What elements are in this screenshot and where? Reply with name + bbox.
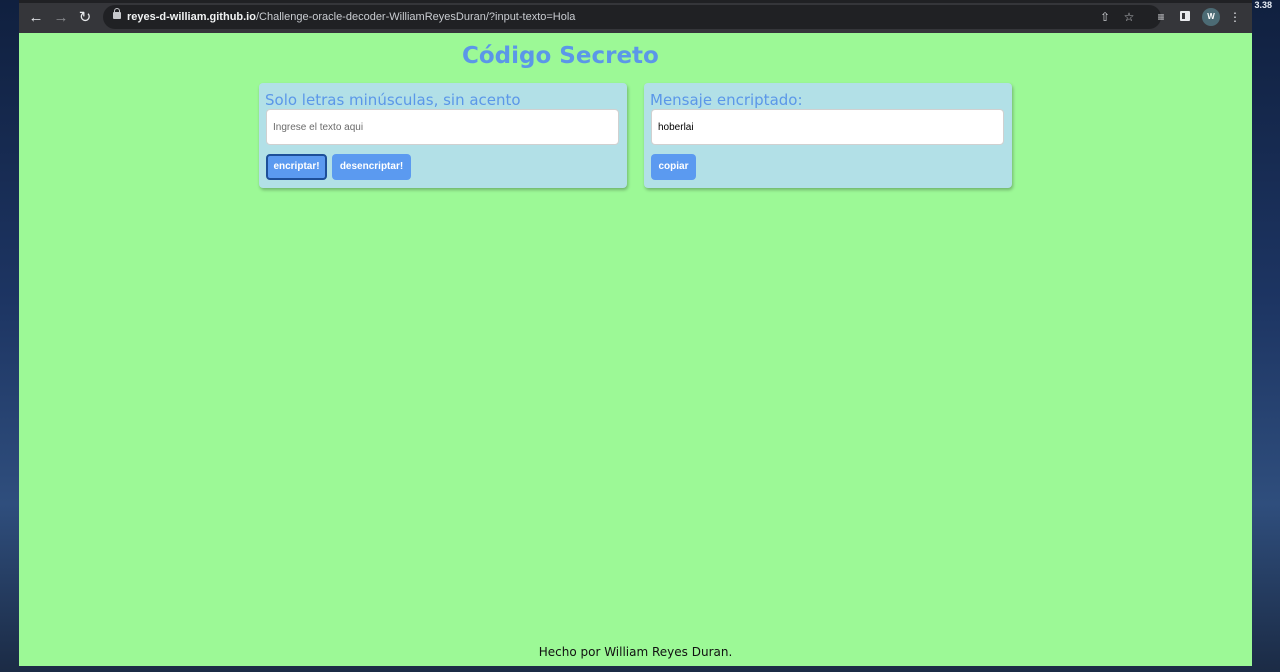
url-path: /Challenge-oracle-decoder-WilliamReyesDu… bbox=[255, 11, 576, 23]
footer-credit: Hecho por William Reyes Duran. bbox=[538, 645, 733, 659]
page-content: Código Secreto Solo letras minúsculas, s… bbox=[19, 33, 1252, 666]
url-text: reyes-d-william.github.io/Challenge-orac… bbox=[127, 5, 575, 29]
tab-strip bbox=[19, 0, 1252, 3]
address-bar[interactable]: reyes-d-william.github.io/Challenge-orac… bbox=[103, 5, 1161, 29]
input-panel: Solo letras minúsculas, sin acento encri… bbox=[259, 83, 627, 188]
bookmark-star-icon[interactable]: ☆ bbox=[1121, 9, 1137, 25]
lock-icon bbox=[113, 8, 121, 19]
reload-icon[interactable]: ↻ bbox=[76, 9, 94, 27]
input-panel-heading: Solo letras minúsculas, sin acento bbox=[265, 91, 521, 109]
reading-list-icon[interactable]: ≡ bbox=[1153, 9, 1169, 25]
output-panel-heading: Mensaje encriptado: bbox=[650, 91, 803, 109]
forward-arrow-icon[interactable]: → bbox=[52, 9, 70, 27]
profile-initial: W bbox=[1207, 12, 1215, 21]
kebab-menu-icon[interactable]: ⋮ bbox=[1227, 9, 1243, 25]
clock-text: 3.38 bbox=[1254, 0, 1272, 10]
page-title: Código Secreto bbox=[462, 43, 659, 69]
decrypt-button[interactable]: desencriptar! bbox=[332, 154, 411, 180]
browser-window: ← → ↻ reyes-d-william.github.io/Challeng… bbox=[19, 0, 1252, 666]
url-host: reyes-d-william.github.io bbox=[127, 11, 256, 23]
text-input[interactable] bbox=[266, 109, 619, 145]
profile-avatar[interactable]: W bbox=[1202, 8, 1220, 26]
share-icon[interactable]: ⇧ bbox=[1097, 9, 1113, 25]
copy-button[interactable]: copiar bbox=[651, 154, 696, 180]
encrypt-button[interactable]: encriptar! bbox=[266, 154, 327, 180]
side-panel-icon[interactable] bbox=[1180, 11, 1190, 21]
browser-toolbar: ← → ↻ reyes-d-william.github.io/Challeng… bbox=[19, 0, 1252, 33]
encrypted-output-field[interactable] bbox=[651, 109, 1004, 145]
output-panel: Mensaje encriptado: copiar bbox=[644, 83, 1012, 188]
back-arrow-icon[interactable]: ← bbox=[27, 9, 45, 27]
